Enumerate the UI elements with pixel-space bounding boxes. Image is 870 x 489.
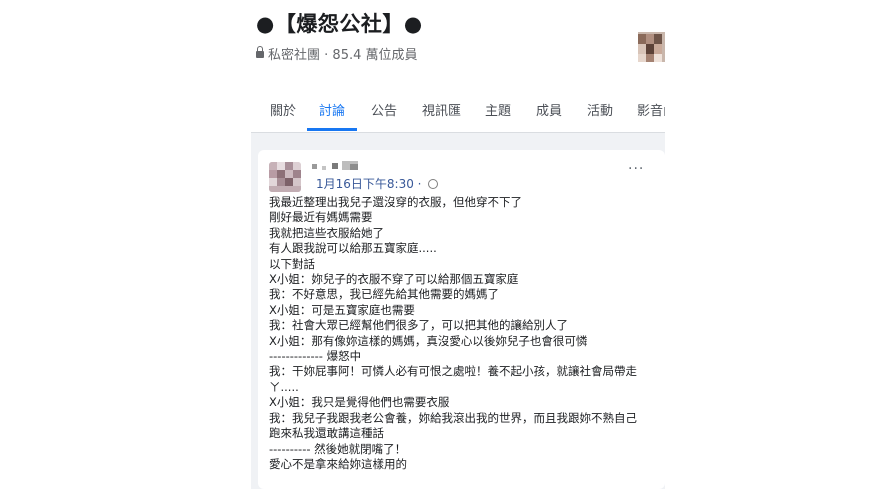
tab-events[interactable]: 活動	[587, 100, 613, 119]
post-line: ㄚ.....	[269, 379, 299, 394]
post-line: 我就把這些衣服給她了	[269, 225, 384, 240]
post-line: 跑來私我還敢講這種話	[269, 426, 384, 441]
post-line: ------------- 爆怒中	[269, 349, 362, 364]
post-line: 剛好最近有媽媽需要	[269, 210, 373, 225]
tab-members[interactable]: 成員	[536, 100, 562, 119]
post-line: 我：社會大眾已經幫他們很多了，可以把其他的讓給別人了	[269, 318, 568, 333]
tab-announcements[interactable]: 公告	[371, 100, 397, 119]
timestamp-text[interactable]: 1月16日下午8:30	[316, 177, 414, 191]
author-name[interactable]	[312, 161, 382, 171]
post-line: ---------- 然後她就閉嘴了！	[269, 441, 407, 456]
post-line: X小姐：我只是覺得他們也需要衣服	[269, 395, 450, 410]
post-line: 我：不好意思，我已經先給其他需要的媽媽了	[269, 287, 499, 302]
tab-video[interactable]: 視訊匯	[422, 100, 461, 119]
post-line: X小姐：妳兒子的衣服不穿了可以給那個五寶家庭	[269, 272, 519, 287]
group-page: ●【爆怨公社】● 私密社團 · 85.4 萬位成員 關於 討論 公告 視訊匯 主…	[251, 0, 665, 489]
group-tabs: 關於 討論 公告 視訊匯 主題 成員 活動 影音內	[251, 86, 665, 133]
post-body: 我最近整理出我兒子還沒穿的衣服，但他穿不下了 剛好最近有媽媽需要 我就把這些衣服…	[269, 195, 661, 472]
member-avatar[interactable]	[628, 32, 665, 62]
post-line: 愛心不是拿來給妳這樣用的	[269, 456, 407, 471]
post-timestamp[interactable]: 1月16日下午8:30 ·	[316, 175, 439, 192]
discussion-feed: 1月16日下午8:30 · ··· 我最近整理出我兒子還沒穿的衣服，但他穿不下了…	[251, 133, 665, 489]
meta-separator: ·	[320, 48, 333, 63]
post-line: 以下對話	[269, 256, 315, 271]
more-options-button[interactable]: ···	[628, 161, 644, 177]
post-card: 1月16日下午8:30 · ··· 我最近整理出我兒子還沒穿的衣服，但他穿不下了…	[258, 150, 665, 489]
timestamp-separator: ·	[413, 177, 426, 191]
member-count[interactable]: 85.4 萬位成員	[332, 48, 417, 63]
post-line: 我：我兒子我跟我老公會養，妳給我滾出我的世界，而且我跟妳不熟自己	[269, 410, 637, 425]
lock-icon	[256, 46, 264, 58]
author-avatar[interactable]	[269, 162, 301, 192]
globe-icon	[428, 178, 439, 189]
post-line: 我：干妳屁事阿！可憐人必有可恨之處啦！養不起小孩，就讓社會局帶走	[269, 364, 637, 379]
post-line: 有人跟我說可以給那五寶家庭.....	[269, 241, 437, 256]
tab-discussion[interactable]: 討論	[319, 100, 345, 119]
group-title[interactable]: ●【爆怨公社】●	[256, 8, 423, 38]
tab-topics[interactable]: 主題	[485, 100, 511, 119]
tab-media[interactable]: 影音內	[637, 100, 665, 119]
group-privacy[interactable]: 私密社團	[268, 48, 320, 63]
tab-about[interactable]: 關於	[270, 100, 296, 119]
post-line: X小姐：可是五寶家庭也需要	[269, 302, 415, 317]
active-tab-indicator	[307, 128, 357, 131]
group-meta: 私密社團 · 85.4 萬位成員	[256, 44, 418, 63]
post-line: X小姐：那有像妳這樣的媽媽，真沒愛心以後妳兒子也會很可憐	[269, 333, 588, 348]
post-line: 我最近整理出我兒子還沒穿的衣服，但他穿不下了	[269, 195, 522, 209]
